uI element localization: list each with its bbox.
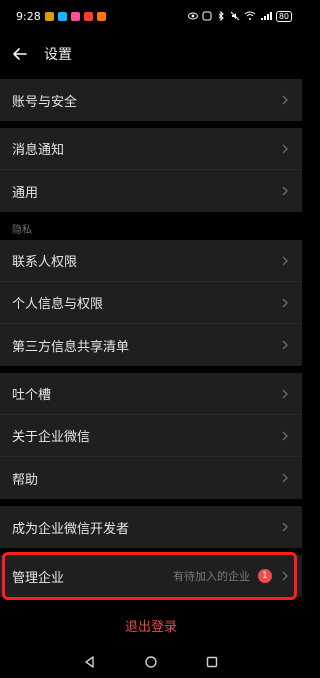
arrow-left-icon xyxy=(13,48,27,60)
settings-item-personal-info[interactable]: 个人信息与权限 xyxy=(0,282,302,324)
developer-group: 成为企业微信开发者 xyxy=(0,506,302,548)
back-triangle-icon[interactable] xyxy=(83,655,97,669)
app-notification-icon xyxy=(96,11,106,21)
general-group: 消息通知 通用 xyxy=(0,128,302,212)
chevron-right-icon xyxy=(280,389,290,399)
settings-item-about[interactable]: 关于企业微信 xyxy=(0,415,302,457)
settings-item-developer[interactable]: 成为企业微信开发者 xyxy=(0,506,302,548)
status-bar: 9:28 80 xyxy=(0,0,302,32)
privacy-section-label: 隐私 xyxy=(12,225,32,236)
item-label: 帮助 xyxy=(12,472,39,488)
settings-item-third-party-sharing[interactable]: 第三方信息共享清单 xyxy=(0,324,302,366)
item-label: 个人信息与权限 xyxy=(12,297,104,312)
settings-item-account-security[interactable]: 账号与安全 xyxy=(0,79,302,121)
mute-icon xyxy=(230,11,240,21)
chevron-right-icon xyxy=(280,256,290,266)
settings-item-general[interactable]: 通用 xyxy=(0,170,302,212)
chevron-right-icon xyxy=(280,298,290,308)
home-circle-icon[interactable] xyxy=(144,655,158,669)
wifi-icon xyxy=(244,11,256,20)
privacy-group: 联系人权限 个人信息与权限 第三方信息共享清单 xyxy=(0,240,302,366)
item-label: 通用 xyxy=(12,185,39,201)
notification-badge: 1 xyxy=(258,569,272,583)
item-label: 关于企业微信 xyxy=(12,430,91,445)
system-nav-bar xyxy=(0,646,302,678)
chevron-right-icon xyxy=(280,186,290,196)
account-group: 账号与安全 xyxy=(0,79,302,121)
item-label: 账号与安全 xyxy=(12,94,78,110)
settings-item-manage-enterprise[interactable]: 管理企业 有待加入的企业 1 xyxy=(0,555,302,597)
chevron-right-icon xyxy=(280,571,290,581)
logout-button[interactable]: 退出登录 xyxy=(0,610,302,640)
settings-item-feedback[interactable]: 吐个槽 xyxy=(0,373,302,415)
bluetooth-icon xyxy=(218,11,224,21)
app-notification-icon xyxy=(57,11,67,21)
battery-indicator: 80 xyxy=(275,10,292,22)
settings-item-notifications[interactable]: 消息通知 xyxy=(0,128,302,170)
item-label: 第三方信息共享清单 xyxy=(12,339,130,355)
chevron-right-icon xyxy=(280,431,290,441)
app-notification-icon xyxy=(44,11,54,21)
item-right: 有待加入的企业 1 xyxy=(173,568,290,584)
item-label: 管理企业 xyxy=(12,570,65,586)
back-button[interactable] xyxy=(10,44,30,64)
item-label: 成为企业微信开发者 xyxy=(12,521,130,537)
chevron-right-icon xyxy=(280,144,290,154)
status-right: 80 xyxy=(187,10,292,22)
eye-icon xyxy=(187,12,198,20)
app-notification-icon xyxy=(83,11,93,21)
chevron-right-icon xyxy=(280,340,290,350)
header: 设置 xyxy=(0,32,302,76)
app-notification-icon xyxy=(70,11,80,21)
manage-group: 管理企业 有待加入的企业 1 xyxy=(0,555,302,597)
signal-icon xyxy=(260,12,272,20)
recents-square-icon[interactable] xyxy=(205,655,219,669)
item-label: 消息通知 xyxy=(12,143,65,158)
page-title: 设置 xyxy=(44,47,72,63)
feedback-group: 吐个槽 关于企业微信 帮助 xyxy=(0,373,302,499)
nfc-icon xyxy=(202,11,212,21)
settings-item-help[interactable]: 帮助 xyxy=(0,457,302,499)
item-label: 吐个槽 xyxy=(12,388,52,403)
chevron-right-icon xyxy=(280,522,290,532)
item-label: 联系人权限 xyxy=(12,255,78,270)
status-time: 9:28 xyxy=(16,9,41,23)
pending-enterprise-hint: 有待加入的企业 xyxy=(173,570,250,583)
settings-item-contacts-permission[interactable]: 联系人权限 xyxy=(0,240,302,282)
chevron-right-icon xyxy=(280,473,290,483)
chevron-right-icon xyxy=(280,95,290,105)
status-left: 9:28 xyxy=(16,10,106,23)
